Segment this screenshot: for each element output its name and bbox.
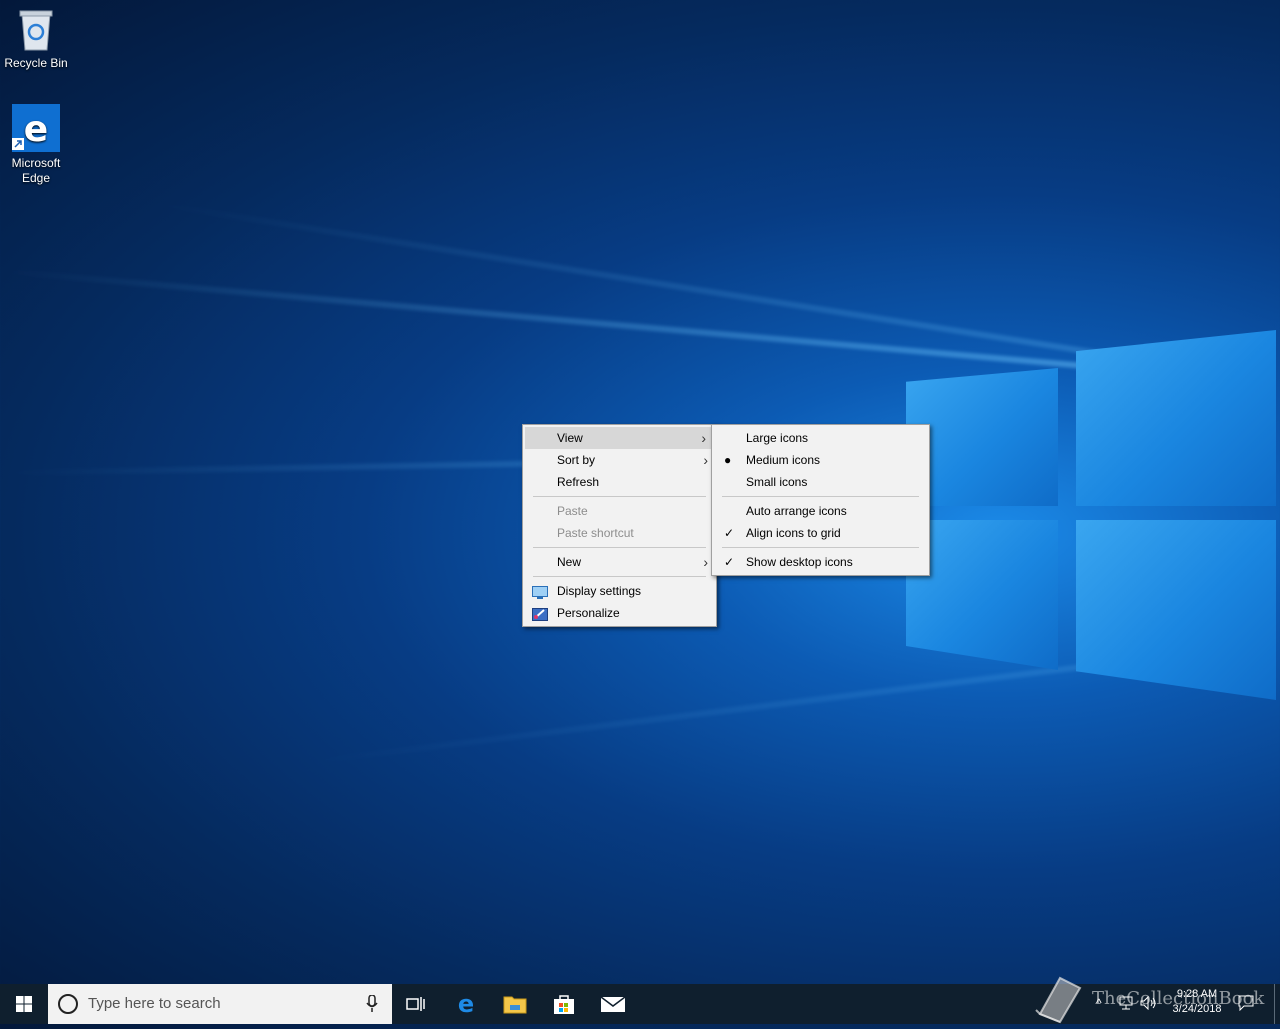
desktop-icon-label: Recycle Bin — [4, 56, 68, 70]
menu-item-paste: Paste — [557, 504, 588, 518]
cortana-icon — [58, 994, 78, 1014]
menu-separator — [533, 496, 706, 497]
menu-item-paste-shortcut: Paste shortcut — [557, 526, 634, 540]
taskbar-mail-button[interactable] — [589, 984, 637, 1024]
clock-date: 3/24/2018 — [1172, 1003, 1222, 1015]
menu-separator — [533, 576, 706, 577]
taskbar-search-box[interactable]: Type here to search — [48, 984, 392, 1024]
windows-logo-icon — [16, 996, 32, 1012]
edge-icon: e — [458, 992, 474, 1016]
menu-item-large-icons[interactable]: Large icons — [712, 427, 929, 449]
network-icon[interactable] — [1118, 996, 1134, 1015]
microphone-icon[interactable] — [366, 994, 378, 1018]
display-settings-icon — [532, 584, 548, 599]
show-hidden-icons-chevron-icon[interactable]: ^ — [1096, 996, 1102, 1010]
clock[interactable]: 9:28 AM 3/24/2018 — [1162, 988, 1232, 1015]
svg-text:e: e — [458, 992, 474, 1016]
taskbar: Type here to search e TheCollectionBook … — [0, 976, 1280, 1024]
mail-icon — [600, 996, 626, 1012]
taskbar-edge-button[interactable]: e — [442, 984, 490, 1024]
show-desktop-button[interactable] — [1274, 984, 1280, 1024]
checkmark-icon: ✓ — [724, 555, 735, 569]
checkmark-icon: ✓ — [724, 526, 735, 540]
chevron-right-icon: › — [703, 452, 708, 468]
desktop-icon-microsoft-edge[interactable]: e Microsoft Edge — [0, 104, 72, 186]
menu-item-personalize[interactable]: Personalize — [523, 602, 716, 624]
menu-item-view[interactable]: View › — [525, 427, 714, 449]
menu-item-medium-icons[interactable]: ● Medium icons — [712, 449, 929, 471]
action-center-icon[interactable] — [1238, 995, 1254, 1016]
search-placeholder: Type here to search — [88, 995, 221, 1012]
edge-icon: e — [12, 104, 60, 152]
menu-item-align-icons-to-grid[interactable]: ✓ Align icons to grid — [712, 522, 929, 544]
chevron-right-icon: › — [703, 554, 708, 570]
personalize-icon — [532, 606, 548, 621]
desktop-context-menu: View › Sort by › Refresh Paste Paste sho… — [522, 424, 717, 627]
menu-item-auto-arrange-icons[interactable]: Auto arrange icons — [712, 500, 929, 522]
menu-item-refresh[interactable]: Refresh — [523, 471, 716, 493]
menu-item-sort-by[interactable]: Sort by › — [523, 449, 716, 471]
menu-separator — [533, 547, 706, 548]
taskbar-store-button[interactable] — [540, 984, 588, 1024]
desktop-icon-recycle-bin[interactable]: Recycle Bin — [0, 8, 72, 71]
task-view-icon — [406, 997, 425, 1011]
folder-icon — [503, 996, 527, 1014]
chevron-right-icon: › — [701, 430, 706, 446]
desktop-icon-label: Microsoft Edge — [11, 156, 61, 185]
menu-item-new[interactable]: New › — [523, 551, 716, 573]
taskbar-file-explorer-button[interactable] — [491, 984, 539, 1024]
start-button[interactable] — [0, 984, 48, 1024]
recycle-bin-icon — [16, 8, 56, 52]
store-bag-icon — [554, 995, 574, 1014]
volume-icon[interactable] — [1140, 995, 1158, 1015]
menu-item-small-icons[interactable]: Small icons — [712, 471, 929, 493]
window-pane-bottom-right — [1076, 520, 1276, 700]
task-view-button[interactable] — [392, 984, 440, 1024]
view-submenu: Large icons ● Medium icons Small icons A… — [711, 424, 930, 576]
menu-item-show-desktop-icons[interactable]: ✓ Show desktop icons — [712, 551, 929, 573]
menu-item-display-settings[interactable]: Display settings — [523, 580, 716, 602]
menu-separator — [722, 547, 919, 548]
clock-time: 9:28 AM — [1176, 988, 1218, 1000]
svg-text:e: e — [24, 109, 48, 150]
menu-separator — [722, 496, 919, 497]
radio-bullet-icon: ● — [724, 453, 732, 467]
book-logo-icon — [1030, 974, 1084, 1029]
window-pane-top-right — [1076, 330, 1276, 506]
